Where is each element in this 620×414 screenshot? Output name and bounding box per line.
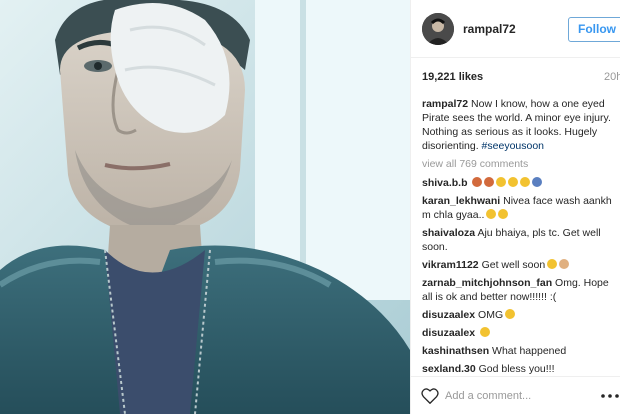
post-photo[interactable]: [0, 0, 410, 414]
view-all-comments-link[interactable]: view all 769 comments: [422, 157, 618, 171]
emoji-icon: [472, 177, 483, 187]
emoji-icon: [498, 209, 509, 219]
comment-item: disuzaalex OMG: [422, 308, 618, 322]
comment-text: OMG: [478, 309, 504, 321]
post-sidebar: rampal72 Follow 19,221 likes 20h rampal7…: [410, 0, 620, 414]
add-comment-bar: [411, 376, 620, 414]
comment-item: kashinathsen What happened: [422, 344, 618, 358]
emoji-icon: [532, 177, 543, 187]
comment-username[interactable]: disuzaalex: [422, 309, 475, 321]
avatar-image: [422, 13, 454, 45]
comment-username[interactable]: sexland.30: [422, 363, 476, 375]
add-comment-input[interactable]: [445, 387, 595, 405]
comment-item: zarnab_mitchjohnson_fan Omg. Hope all is…: [422, 276, 618, 304]
comments-list: rampal72 Now I know, how a one eyed Pira…: [422, 97, 618, 375]
comment-username[interactable]: shaivaloza: [422, 227, 475, 239]
caption-hashtag[interactable]: #seeyousoon: [482, 140, 544, 152]
comment-username[interactable]: disuzaalex: [422, 327, 475, 339]
comment-item: shaivaloza Aju bhaiya, pls tc. Get well …: [422, 226, 618, 254]
caption: rampal72 Now I know, how a one eyed Pira…: [422, 97, 618, 153]
likes-row: 19,221 likes 20h: [422, 71, 620, 87]
comment-item: sexland.30 God bless you!!!: [422, 362, 618, 375]
emoji-icon: [505, 309, 516, 319]
post-header: rampal72 Follow: [411, 0, 620, 58]
emoji-icon: [559, 259, 570, 269]
comment-username[interactable]: zarnab_mitchjohnson_fan: [422, 277, 552, 289]
comment-item: disuzaalex: [422, 326, 618, 340]
comment-text: What happened: [492, 345, 567, 357]
photo-illustration: [0, 0, 410, 414]
comment-text: Get well soon: [481, 259, 546, 271]
post-time[interactable]: 20h: [604, 71, 620, 83]
emoji-icon: [484, 177, 495, 187]
emoji-icon: [480, 327, 491, 337]
caption-username[interactable]: rampal72: [422, 98, 468, 110]
comment-item: vikram1122 Get well soon: [422, 258, 618, 272]
comment-username[interactable]: kashinathsen: [422, 345, 489, 357]
comment-username[interactable]: vikram1122: [422, 259, 479, 271]
comment-item: shiva.b.b: [422, 176, 618, 190]
emoji-icon: [486, 209, 497, 219]
emoji-icon: [520, 177, 531, 187]
comment-username[interactable]: karan_lekhwani: [422, 195, 500, 207]
avatar[interactable]: [422, 13, 454, 45]
follow-button[interactable]: Follow: [568, 17, 620, 42]
likes-count[interactable]: 19,221 likes: [422, 71, 483, 83]
emoji-icon: [508, 177, 519, 187]
comment-username[interactable]: shiva.b.b: [422, 177, 468, 189]
comment-item: karan_lekhwani Nivea face wash aankh m c…: [422, 194, 618, 222]
heart-icon[interactable]: [421, 388, 439, 404]
emoji-icon: [496, 177, 507, 187]
more-options-icon[interactable]: [601, 394, 619, 398]
post-username[interactable]: rampal72: [463, 22, 516, 36]
emoji-icon: [547, 259, 558, 269]
comment-items: shiva.b.b karan_lekhwani Nivea face wash…: [422, 176, 618, 375]
comment-text: God bless you!!!: [478, 363, 555, 375]
